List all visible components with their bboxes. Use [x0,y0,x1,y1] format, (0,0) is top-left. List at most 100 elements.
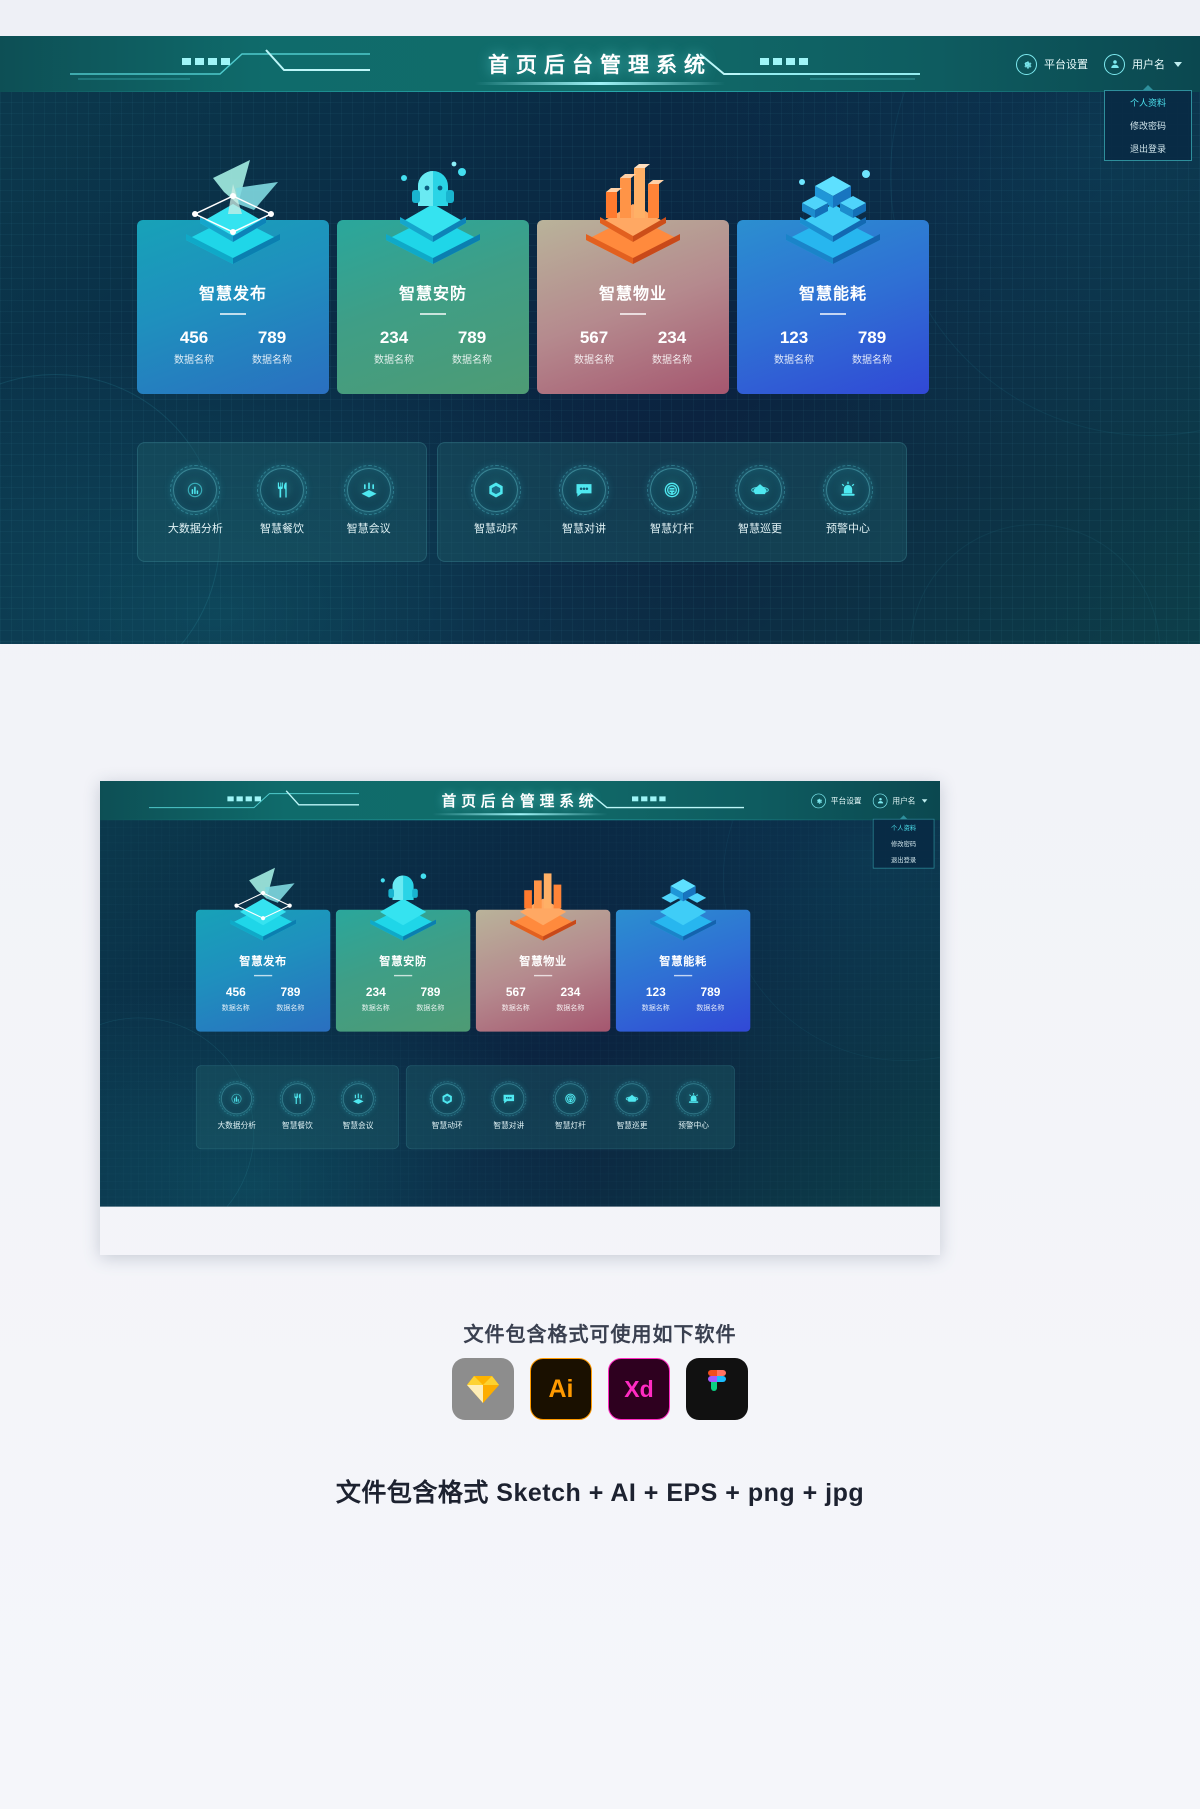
feature-smart-meeting[interactable]: 智慧会议 [330,1081,386,1131]
feature-smart-street-lamp[interactable]: 智慧灯杆 [632,465,712,536]
module-card-publish[interactable]: 智慧发布 456 数据名称 789 数据名称 [195,867,331,1032]
module-card-security[interactable]: 智慧安防 234 数据名称 789 数据名称 [335,873,471,1032]
module-card-property[interactable]: 智慧物业 567 数据名称 234 数据名称 [537,164,729,394]
header-right-decoration [700,53,920,80]
feature-panel-primary: 大数据分析 智慧餐饮 智慧会议 [137,442,427,562]
security-head-isometric-icon [386,161,480,264]
username-label: 用户名 [892,797,916,806]
stat-item: 123 数据名称 [766,329,822,366]
feature-label: 大数据分析 [167,523,223,535]
alarm-warning-icon [823,465,873,515]
platform-settings-button[interactable]: 平台设置 [811,793,862,808]
card-stats: 456 数据名称 789 数据名称 [216,986,310,1012]
feature-smart-dining[interactable]: 智慧餐饮 [269,1081,325,1131]
card-title: 智慧物业 [519,956,567,968]
figma-glyph-icon [708,1370,726,1391]
module-card-publish[interactable]: 智慧发布 456 数据名称 789 数据名称 [137,160,329,394]
stat-value: 456 [179,328,209,347]
stat-value: 567 [579,328,609,347]
card-rule [254,974,273,977]
feature-panels: 大数据分析 智慧餐饮 智慧会议 智慧动环 智慧对讲 智慧灯杆 智慧巡更 预警中心 [137,442,907,562]
stat-item: 789 数据名称 [411,986,450,1012]
user-menu-button[interactable]: 用户名 [872,793,928,808]
stat-item: 234 数据名称 [366,329,422,366]
stat-label: 数据名称 [652,355,692,366]
buildings-isometric-icon [586,164,680,264]
stat-item: 789 数据名称 [271,986,310,1012]
stat-value: 456 [225,985,246,999]
feature-alarm-center[interactable]: 预警中心 [666,1081,722,1131]
app-header: 首页后台管理系统 平台设置 用户名 个人资料 修改密码 退出登录 [0,36,1200,161]
feature-smart-street-lamp[interactable]: 智慧灯杆 [542,1081,598,1131]
card-stats: 123 数据名称 789 数据名称 [636,986,730,1012]
stat-value: 789 [280,985,301,999]
feature-big-data-analysis[interactable]: 大数据分析 [155,465,235,536]
user-icon [872,793,888,808]
stat-label: 数据名称 [361,1004,390,1012]
card-rule [420,313,446,315]
feature-label: 智慧会议 [346,523,391,535]
module-card-energy[interactable]: 智慧能耗 123 数据名称 789 数据名称 [737,170,929,394]
menu-item-logout[interactable]: 退出登录 [874,852,934,868]
preview-page-title: 首页后台管理系统 [441,793,599,810]
feature-smart-intercom[interactable]: 智慧对讲 [481,1081,537,1131]
feature-smart-power-env[interactable]: 智慧动环 [456,465,536,536]
card-rule [394,974,413,977]
preview-app-header: 首页后台管理系统 平台设置 用户名 个人资料 修改密码 退出登录 [100,781,940,869]
chevron-down-icon [1174,61,1182,67]
stat-value: 789 [420,985,441,999]
stat-value: 789 [457,328,487,347]
card-stats: 234 数据名称 789 数据名称 [356,986,450,1012]
stat-item: 789 数据名称 [691,986,730,1012]
alarm-warning-icon [676,1081,712,1117]
platform-settings-button[interactable]: 平台设置 [1016,53,1088,75]
stat-item: 789 数据名称 [844,329,900,366]
card-rule [820,313,846,315]
sketch-diamond-icon [467,1376,499,1403]
feature-panel-secondary: 智慧动环 智慧对讲 智慧灯杆 智慧巡更 预警中心 [437,442,907,562]
module-card-property[interactable]: 智慧物业 567 数据名称 234 数据名称 [475,873,611,1032]
app-title-wrap: 首页后台管理系统 [475,36,725,92]
stat-item: 789 数据名称 [444,329,500,366]
stat-label: 数据名称 [221,1004,250,1012]
menu-item-change-password[interactable]: 修改密码 [1105,114,1191,137]
feature-big-data-analysis[interactable]: 大数据分析 [209,1081,265,1131]
feature-label: 预警中心 [826,523,870,535]
stat-item: 567 数据名称 [566,329,622,366]
menu-item-logout[interactable]: 退出登录 [1105,137,1191,160]
feature-panel-primary: 大数据分析 智慧餐饮 智慧会议 [195,1065,399,1150]
card-title: 智慧发布 [239,956,287,968]
feature-alarm-center[interactable]: 预警中心 [808,465,888,536]
feature-smart-dining[interactable]: 智慧餐饮 [242,465,322,536]
title-underline [432,813,608,816]
formats-final-line: 文件包含格式 Sketch + AI + EPS + png + jpg [335,1479,865,1507]
header-actions: 平台设置 用户名 [1016,36,1182,92]
stat-item: 123 数据名称 [636,986,675,1012]
card-rule [220,313,246,315]
stat-value: 123 [779,328,809,347]
feature-smart-intercom[interactable]: 智慧对讲 [544,465,624,536]
feature-label: 智慧餐饮 [281,1121,313,1131]
card-stats: 567 数据名称 234 数据名称 [566,329,700,366]
username-label: 用户名 [1132,59,1165,71]
menu-item-profile[interactable]: 个人资料 [874,820,934,836]
module-card-energy[interactable]: 智慧能耗 123 数据名称 789 数据名称 [615,879,751,1032]
stat-label: 数据名称 [252,355,292,366]
broadcast-isometric-icon [230,867,296,941]
feature-smart-patrol[interactable]: 智慧巡更 [604,1081,660,1131]
stat-value: 123 [645,985,666,999]
figma-logo [686,1358,748,1420]
stat-item: 234 数据名称 [551,986,590,1012]
module-card-security[interactable]: 智慧安防 234 数据名称 789 数据名称 [337,161,529,394]
feature-smart-power-env[interactable]: 智慧动环 [419,1081,475,1131]
user-menu-button[interactable]: 用户名 [1104,53,1182,75]
data-analysis-icon [170,465,221,515]
menu-item-profile[interactable]: 个人资料 [1105,91,1191,114]
formats-caption: 文件包含格式可使用如下软件 [463,1324,737,1346]
menu-item-change-password[interactable]: 修改密码 [874,836,934,852]
platform-settings-label: 平台设置 [830,797,862,806]
software-logo-list: Ai Xd [0,1358,1200,1420]
feature-label: 智慧灯杆 [555,1121,586,1131]
feature-smart-patrol[interactable]: 智慧巡更 [720,465,800,536]
feature-smart-meeting[interactable]: 智慧会议 [329,465,409,536]
